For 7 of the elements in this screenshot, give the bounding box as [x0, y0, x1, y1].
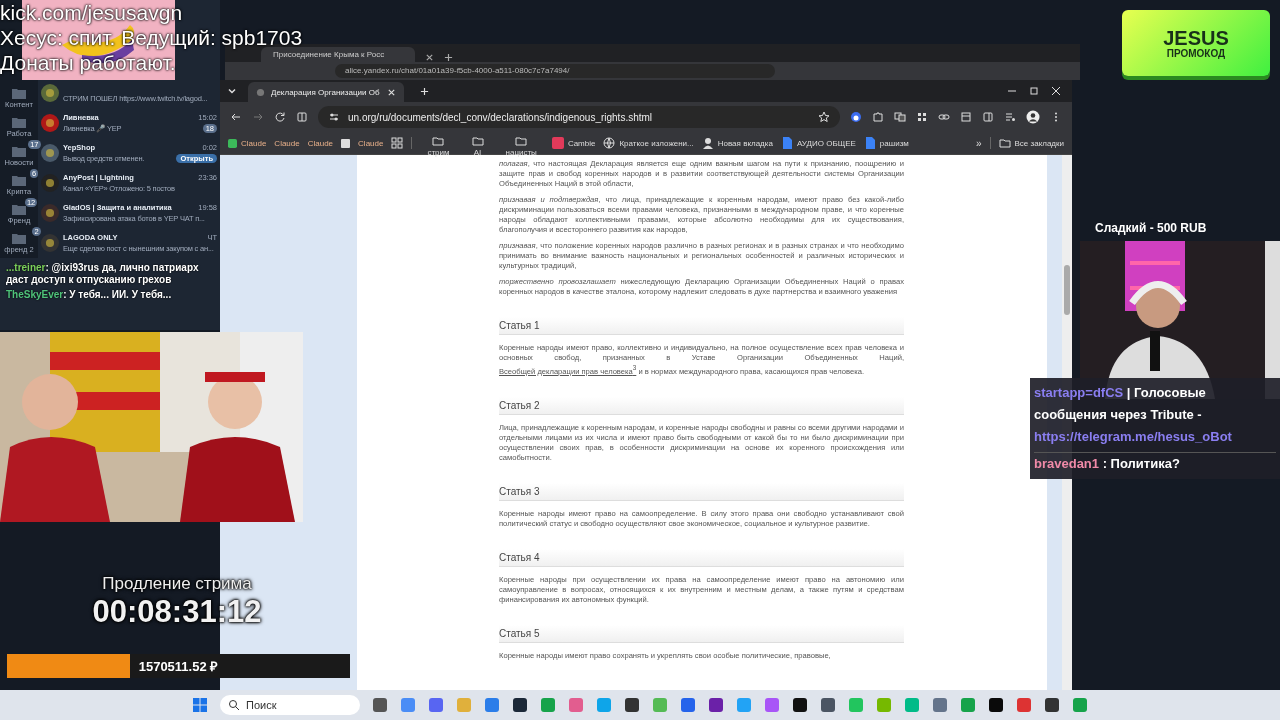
donation-label: Сладкий - 500 RUB [1095, 221, 1207, 235]
chat-message: startapp=dfCS | Голосовые сообщения через Tribute - https://telegram.me/hesus_oBot [1034, 384, 1233, 446]
donation-total: 1570511.52 ₽ [138, 658, 219, 675]
article-heading: Статья 1 [499, 317, 904, 335]
chat-message: bravedan1 : Политика? [1034, 452, 1276, 475]
chat-message: TheSkyEver: У тебя... ИИ. У тебя... [6, 289, 173, 301]
chat-message: ...treiner: @ixi93rus да, лично патриарх даст доступ к отпусканию грехов [6, 262, 200, 286]
